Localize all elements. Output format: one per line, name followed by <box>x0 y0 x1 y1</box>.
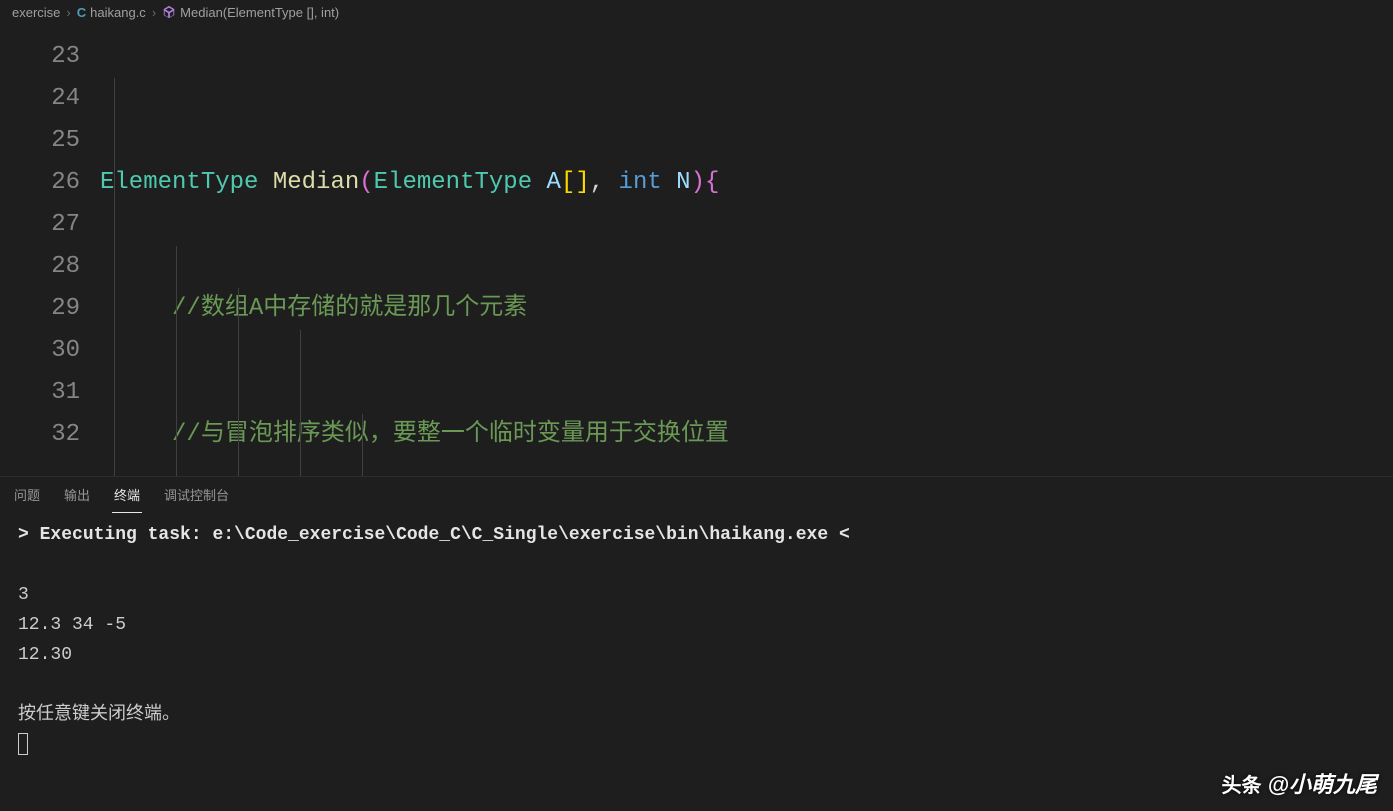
watermark-logo: 头条 <box>1222 769 1262 798</box>
line-number: 24 <box>0 78 80 120</box>
watermark-author: @小萌九尾 <box>1268 767 1377 799</box>
terminal-close-prompt: 按任意键关闭终端。 <box>18 705 180 725</box>
code-line: //数组A中存储的就是那几个元素 <box>100 288 1393 330</box>
line-number-gutter: 23 24 25 26 27 28 29 30 31 32 <box>0 24 100 476</box>
tab-debug-console[interactable]: 调试控制台 <box>162 477 231 512</box>
tab-output[interactable]: 输出 <box>62 477 92 512</box>
code-area[interactable]: ElementType Median(ElementType A[], int … <box>100 24 1393 476</box>
tab-problems[interactable]: 问题 <box>12 477 42 512</box>
line-number: 30 <box>0 330 80 372</box>
panel-tabs: 问题 输出 终端 调试控制台 <box>0 477 1393 512</box>
watermark: 头条 @小萌九尾 <box>1222 767 1377 799</box>
line-number: 23 <box>0 36 80 78</box>
bottom-panel: 问题 输出 终端 调试控制台 > Executing task: e:\Code… <box>0 476 1393 811</box>
breadcrumb-folder[interactable]: exercise <box>12 5 60 20</box>
breadcrumb-file[interactable]: haikang.c <box>90 5 146 20</box>
function-icon <box>162 5 176 19</box>
terminal-output[interactable]: > Executing task: e:\Code_exercise\Code_… <box>0 512 1393 768</box>
breadcrumb: exercise › C haikang.c › Median(ElementT… <box>0 0 1393 24</box>
c-file-icon: C <box>77 5 86 20</box>
tab-terminal[interactable]: 终端 <box>112 477 142 513</box>
terminal-line: 3 <box>18 585 29 605</box>
code-line: //与冒泡排序类似，要整一个临时变量用于交换位置 <box>100 414 1393 456</box>
line-number: 31 <box>0 372 80 414</box>
line-number: 26 <box>0 162 80 204</box>
line-number: 32 <box>0 414 80 456</box>
line-number: 25 <box>0 120 80 162</box>
code-line: ElementType Median(ElementType A[], int … <box>100 162 1393 204</box>
breadcrumb-symbol[interactable]: Median(ElementType [], int) <box>180 5 339 20</box>
line-number: 27 <box>0 204 80 246</box>
terminal-line: 12.3 34 -5 <box>18 615 126 635</box>
line-number: 29 <box>0 288 80 330</box>
chevron-right-icon: › <box>152 5 156 20</box>
line-number: 28 <box>0 246 80 288</box>
terminal-cursor <box>18 733 28 755</box>
code-editor[interactable]: 23 24 25 26 27 28 29 30 31 32 ElementTyp… <box>0 24 1393 476</box>
terminal-line: 12.30 <box>18 645 72 665</box>
chevron-right-icon: › <box>66 5 70 20</box>
